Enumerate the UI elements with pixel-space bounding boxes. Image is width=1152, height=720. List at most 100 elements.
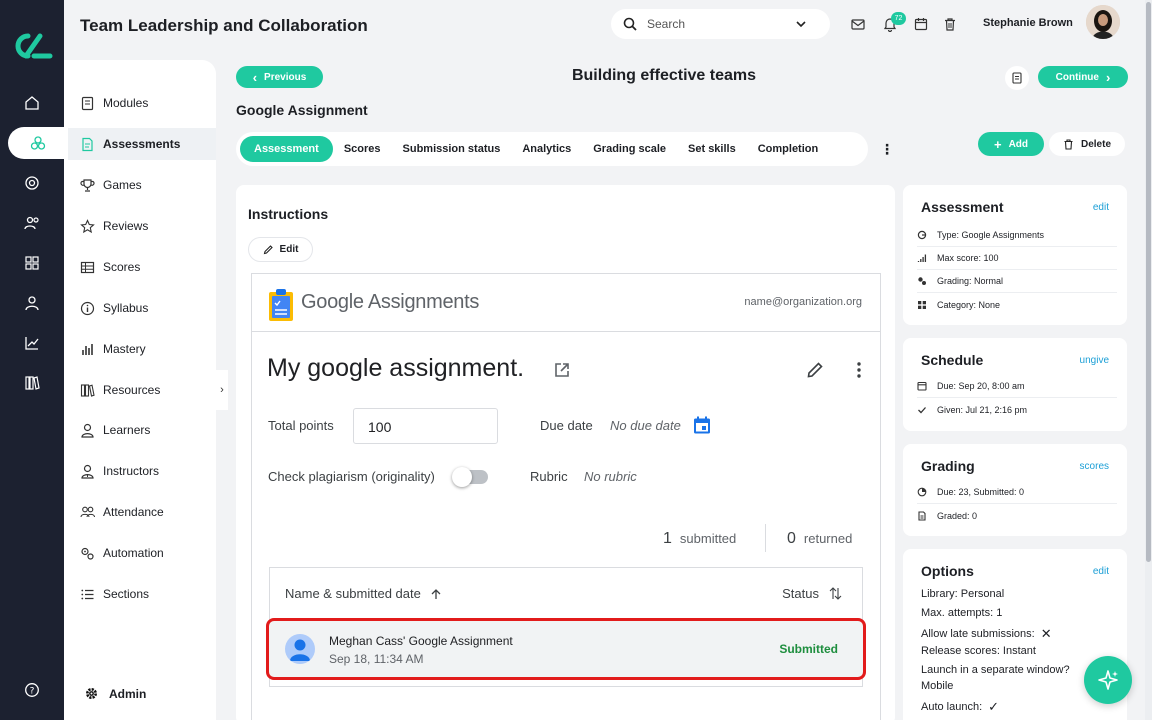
instructor-icon (81, 464, 94, 479)
previous-button[interactable]: ‹ Previous (236, 66, 323, 88)
search-placeholder: Search (647, 17, 686, 31)
assessment-category: Category: None (917, 293, 1117, 316)
total-points-input[interactable]: 100 (353, 408, 498, 444)
notebook-icon (1012, 72, 1022, 84)
ai-assistant-button[interactable] (1084, 656, 1132, 704)
more-vertical-icon[interactable] (852, 361, 866, 379)
plagiarism-toggle[interactable] (452, 467, 488, 487)
admin-button[interactable]: Admin (84, 686, 146, 701)
tab-scores[interactable]: Scores (333, 136, 392, 162)
calendar-icon[interactable] (913, 16, 929, 32)
mail-icon[interactable] (850, 16, 866, 32)
sidebar-item-assessments[interactable]: Assessments (68, 128, 216, 160)
trophy-icon (80, 178, 95, 192)
continue-button[interactable]: Continue › (1038, 66, 1128, 88)
signal-bars-icon (917, 254, 927, 262)
rail-courses-icon[interactable] (8, 127, 68, 159)
check-icon (918, 406, 926, 413)
sidebar-item-games[interactable]: Games (68, 169, 216, 201)
options-edit-link[interactable]: edit (1093, 566, 1109, 577)
tab-grading-scale[interactable]: Grading scale (582, 136, 677, 162)
sparkle-icon (1098, 670, 1118, 690)
rail-target-icon[interactable] (0, 167, 64, 199)
search-box[interactable]: Search (611, 9, 830, 39)
assessment-edit-link[interactable]: edit (1093, 202, 1109, 213)
scrollbar-thumb[interactable] (1146, 2, 1151, 562)
more-vertical-icon[interactable]: ⋮ (880, 141, 894, 158)
option-max-attempts: Max. attempts: 1 (921, 607, 1003, 619)
sidebar-item-instructors[interactable]: Instructors (68, 455, 216, 487)
rail-help-icon[interactable]: ? (0, 674, 64, 706)
sidebar-item-mastery[interactable]: Mastery (68, 333, 216, 365)
tab-completion[interactable]: Completion (747, 136, 830, 162)
add-button[interactable]: + Add (978, 132, 1044, 156)
sidebar-item-automation[interactable]: Automation (68, 537, 216, 569)
user-avatar[interactable] (1086, 5, 1120, 39)
gears-icon (918, 277, 926, 285)
status-column-header[interactable]: Status (782, 586, 842, 601)
user-name[interactable]: Stephanie Brown (983, 17, 1073, 29)
google-assignments-logo-icon (269, 289, 293, 321)
submission-row[interactable]: Meghan Cass' Google Assignment Sep 18, 1… (266, 618, 866, 680)
ungive-link[interactable]: ungive (1080, 355, 1109, 366)
tab-assessment[interactable]: Assessment (240, 136, 333, 162)
sidebar-item-reviews[interactable]: Reviews (68, 210, 216, 242)
option-separate-window: Launch in a separate window? (921, 664, 1070, 676)
calendar-icon (917, 381, 927, 391)
scores-link[interactable]: scores (1080, 461, 1109, 472)
sidebar-item-resources[interactable]: Resources (68, 374, 216, 406)
library-icon (80, 383, 95, 397)
tab-bar: Assessment Scores Submission status Anal… (236, 132, 868, 166)
option-library: Library: Personal (921, 588, 1005, 600)
page-scrollbar[interactable] (1145, 0, 1152, 720)
sidebar-item-scores[interactable]: Scores (68, 251, 216, 283)
rail-library-icon[interactable] (0, 367, 64, 399)
book-icon (81, 96, 94, 110)
app-logo-icon[interactable] (10, 30, 54, 62)
delete-button[interactable]: Delete (1049, 132, 1125, 156)
google-assignment-frame: Google Assignments name@organization.org… (251, 273, 881, 720)
sidebar-item-modules[interactable]: Modules (68, 87, 216, 119)
sidebar-item-attendance[interactable]: Attendance (68, 496, 216, 528)
trash-icon[interactable] (942, 16, 958, 32)
rail-users-icon[interactable] (0, 207, 64, 239)
plus-icon: + (993, 136, 1002, 152)
option-late-submissions: Allow late submissions: ✕ (921, 626, 1052, 641)
edit-instructions-button[interactable]: Edit (248, 237, 313, 262)
sidebar-item-learners[interactable]: Learners (68, 414, 216, 446)
grading-graded: Graded: 0 (917, 504, 1117, 527)
toggle-knob (452, 467, 472, 487)
rubric-value: No rubric (584, 469, 637, 484)
rail-grid-icon[interactable] (0, 247, 64, 279)
grading-card: Grading scores Due: 23, Submitted: 0 Gra… (903, 444, 1127, 536)
notes-button[interactable] (1005, 66, 1029, 90)
submissions-table: Name & submitted date Status Meghan Cass… (266, 567, 866, 687)
tab-submission-status[interactable]: Submission status (392, 136, 512, 162)
chevron-down-icon[interactable] (794, 17, 808, 31)
sidebar: Modules Assessments Games Reviews Scores… (64, 60, 216, 720)
schedule-due: Due: Sep 20, 8:00 am (917, 375, 1117, 398)
google-assignments-brand: Google Assignments (301, 291, 480, 313)
sidebar-item-syllabus[interactable]: Syllabus (68, 292, 216, 324)
grid-icon (918, 300, 926, 309)
edit-assignment-icon[interactable] (806, 361, 824, 379)
option-mobile: Mobile (921, 680, 954, 692)
document-icon (918, 510, 926, 521)
pencil-icon (263, 245, 273, 255)
rail-profile-icon[interactable] (0, 287, 64, 319)
open-external-icon[interactable] (553, 361, 571, 379)
options-card-heading: Options (921, 563, 974, 579)
rail-analytics-icon[interactable] (0, 327, 64, 359)
tab-analytics[interactable]: Analytics (511, 136, 582, 162)
tab-set-skills[interactable]: Set skills (677, 136, 747, 162)
icon-rail: ? (0, 0, 68, 720)
calendar-icon[interactable] (693, 416, 711, 435)
sidebar-collapse-toggle[interactable]: › (216, 370, 228, 410)
schedule-given: Given: Jul 21, 2:16 pm (917, 398, 1117, 421)
name-column-header[interactable]: Name & submitted date (285, 586, 442, 601)
notification-badge: 72 (891, 12, 906, 25)
rail-home-icon[interactable] (0, 87, 64, 119)
assessment-max-score: Max score: 100 (917, 247, 1117, 270)
sidebar-item-sections[interactable]: Sections (68, 578, 216, 610)
grading-due-submitted: Due: 23, Submitted: 0 (917, 481, 1117, 504)
